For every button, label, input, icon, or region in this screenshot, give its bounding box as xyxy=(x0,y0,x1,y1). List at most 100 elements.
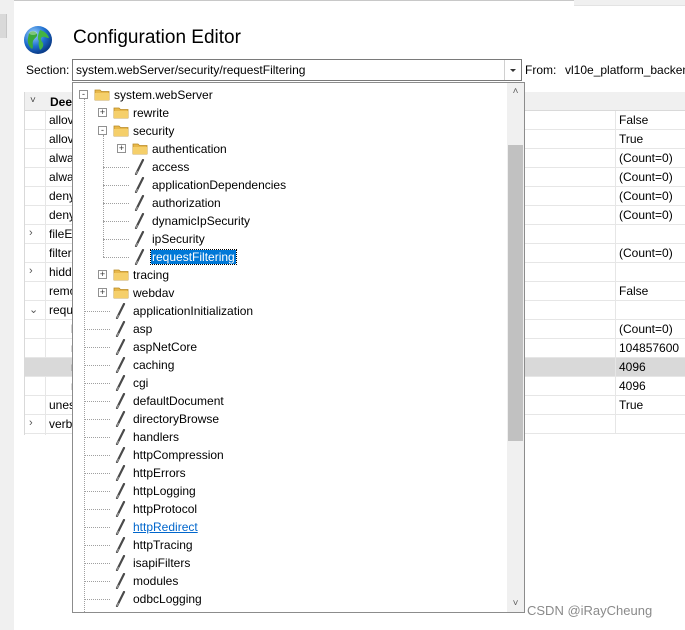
tree-item-label: handlers xyxy=(133,430,180,444)
left-panel-tab[interactable] xyxy=(0,14,7,38)
grid-row-name: alwa xyxy=(49,151,74,165)
tree-item-label: caching xyxy=(133,358,175,372)
watermark: CSDN @iRayCheung xyxy=(527,603,653,618)
tree-scrollbar[interactable]: ˄ ˅ xyxy=(507,83,524,612)
config-section-icon xyxy=(113,428,129,446)
scroll-up-icon[interactable]: ˄ xyxy=(507,83,524,100)
chevron-down-icon[interactable] xyxy=(504,60,521,80)
expand-plus-icon[interactable]: + xyxy=(98,288,107,297)
tree-item-label: authentication xyxy=(152,142,227,156)
collapse-chevron-icon[interactable]: ⌄ xyxy=(29,303,38,316)
grid-row-value[interactable] xyxy=(615,225,685,244)
section-tree-dropdown[interactable]: - system.webServer + rewrite - security + authe… xyxy=(72,82,525,613)
left-panel-edge xyxy=(0,0,14,630)
expand-chevron-icon[interactable]: › xyxy=(29,227,33,239)
collapse-chevron-icon[interactable]: ˅ xyxy=(30,95,36,106)
config-section-icon xyxy=(113,392,129,410)
tree-item-label: httpErrors xyxy=(133,466,186,480)
tree-item-label: applicationDependencies xyxy=(152,178,287,192)
tree-item-label: ipSecurity xyxy=(152,232,205,246)
tree-item-label: aspNetCore xyxy=(133,340,198,354)
tree-item-label: directoryBrowse xyxy=(133,412,220,426)
tree-item-label: rewrite xyxy=(133,106,170,120)
grid-row-value[interactable]: 4096 xyxy=(615,377,685,396)
tree-item-label: asp xyxy=(133,322,153,336)
grid-row-name: requ xyxy=(49,303,74,317)
tree-item-label: httpProtocol xyxy=(133,502,198,516)
section-value: system.webServer/security/requestFilteri… xyxy=(76,63,306,77)
grid-row-value[interactable]: (Count=0) xyxy=(615,206,685,225)
tree-item-label: defaultDocument xyxy=(133,394,224,408)
tree-item-label: applicationInitialization xyxy=(133,304,254,318)
expand-chevron-icon[interactable]: › xyxy=(29,417,33,429)
tree-item-label: authorization xyxy=(152,196,221,210)
grid-row-value[interactable]: False xyxy=(615,111,685,130)
grid-row-value[interactable]: True xyxy=(615,130,685,149)
tree-item-label: dynamicIpSecurity xyxy=(152,214,251,228)
section-combobox[interactable]: system.webServer/security/requestFilteri… xyxy=(72,59,522,81)
section-label: Section: xyxy=(26,63,70,77)
config-section-icon xyxy=(113,482,129,500)
config-section-icon xyxy=(113,590,129,608)
config-section-icon xyxy=(113,518,129,536)
config-section-icon xyxy=(132,158,148,176)
expand-plus-icon[interactable]: + xyxy=(98,270,107,279)
grid-row-name: hidd xyxy=(49,265,72,279)
folder-icon xyxy=(132,141,148,157)
grid-row-name: filter xyxy=(49,246,72,260)
grid-row-value[interactable]: (Count=0) xyxy=(615,168,685,187)
grid-row-value[interactable] xyxy=(615,263,685,282)
config-section-icon xyxy=(132,176,148,194)
config-section-icon xyxy=(113,554,129,572)
tree-item-label: modules xyxy=(133,574,179,588)
from-combobox[interactable]: vl10e_platform_backen xyxy=(565,63,685,77)
config-section-icon xyxy=(132,212,148,230)
scroll-down-icon[interactable]: ˅ xyxy=(507,595,524,612)
config-section-icon xyxy=(113,446,129,464)
tree-item-label: security xyxy=(133,124,175,138)
folder-icon xyxy=(113,267,129,283)
config-section-icon xyxy=(113,536,129,554)
scroll-thumb[interactable] xyxy=(508,145,523,441)
tree-item-label: cgi xyxy=(133,376,149,390)
from-label: From: xyxy=(525,63,557,77)
collapse-minus-icon[interactable]: - xyxy=(98,126,107,135)
grid-row-name: fileE xyxy=(49,227,73,241)
config-section-icon xyxy=(113,410,129,428)
config-section-icon xyxy=(113,302,129,320)
page-title: Configuration Editor xyxy=(73,27,241,48)
tree-item-label: httpCompression xyxy=(133,448,224,462)
config-section-icon xyxy=(132,194,148,212)
grid-row-value[interactable]: True xyxy=(615,396,685,415)
top-border xyxy=(14,0,574,1)
folder-icon xyxy=(94,87,110,103)
grid-row-value[interactable]: (Count=0) xyxy=(615,320,685,339)
grid-row-value[interactable]: (Count=0) xyxy=(615,187,685,206)
tree-item-label: httpRedirect xyxy=(133,520,198,534)
grid-row-value[interactable] xyxy=(615,415,685,434)
folder-icon xyxy=(113,105,129,121)
tree-item-label: httpLogging xyxy=(133,484,196,498)
grid-row-value[interactable]: (Count=0) xyxy=(615,244,685,263)
grid-header-label: Dee xyxy=(50,95,73,109)
grid-row-name: alwa xyxy=(49,170,74,184)
config-section-icon xyxy=(132,230,148,248)
tree-item-label: requestFiltering xyxy=(150,249,237,265)
config-section-icon xyxy=(113,338,129,356)
expand-chevron-icon[interactable]: › xyxy=(29,265,33,277)
grid-row-name: allov xyxy=(49,132,74,146)
config-section-icon xyxy=(113,356,129,374)
grid-row-value[interactable]: 4096 xyxy=(615,358,685,377)
grid-row-value[interactable]: 104857600 xyxy=(615,339,685,358)
tree-item-label: system.webServer xyxy=(114,88,213,102)
folder-icon xyxy=(113,285,129,301)
expand-plus-icon[interactable]: + xyxy=(117,144,126,153)
grid-row-value[interactable] xyxy=(615,301,685,320)
collapse-minus-icon[interactable]: - xyxy=(79,90,88,99)
grid-row-value[interactable]: (Count=0) xyxy=(615,149,685,168)
folder-icon xyxy=(113,123,129,139)
expand-plus-icon[interactable]: + xyxy=(98,108,107,117)
grid-row-value[interactable]: False xyxy=(615,282,685,301)
tree-item-label: isapiFilters xyxy=(133,556,191,570)
grid-row-name: allov xyxy=(49,113,74,127)
